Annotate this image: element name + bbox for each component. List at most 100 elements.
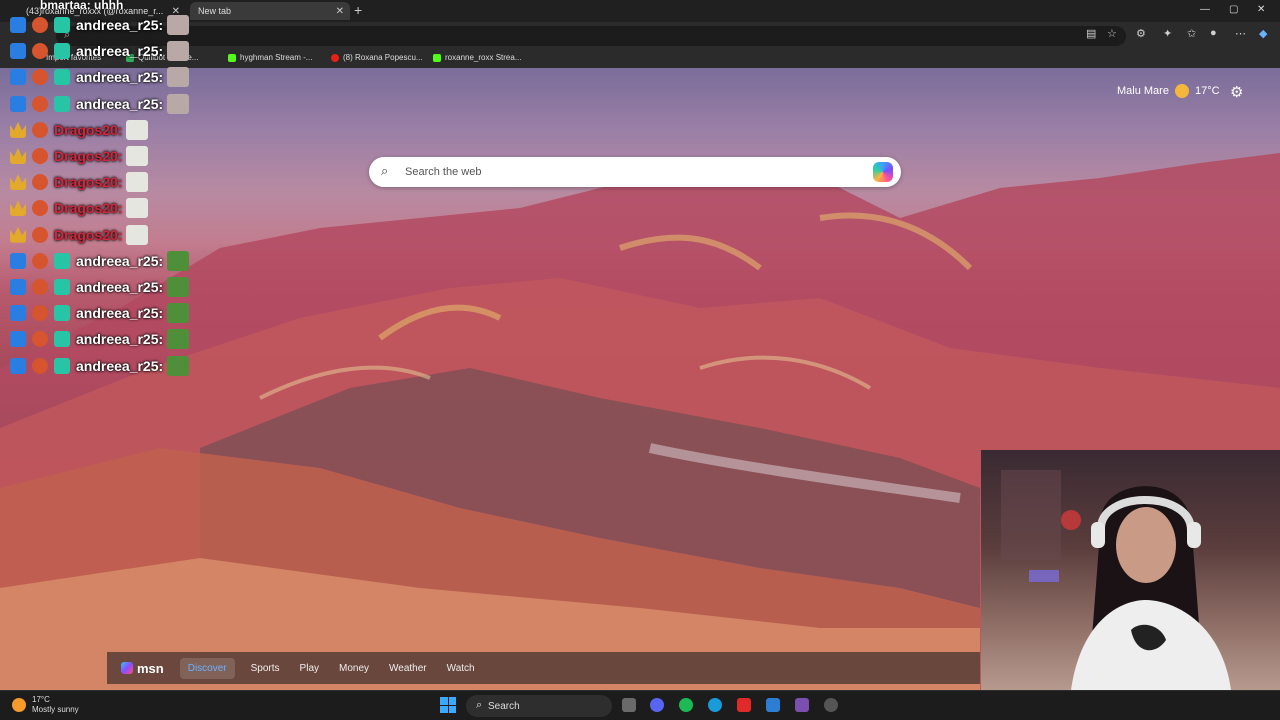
obs-icon[interactable] [824, 698, 838, 712]
copilot-icon[interactable]: ◆ [1259, 27, 1267, 40]
chat-message: Dragos20: [10, 169, 210, 195]
crown-badge-icon [10, 121, 26, 138]
favorites-icon[interactable]: ✩ [1187, 27, 1196, 40]
chat-username: andreea_r25: [76, 305, 164, 322]
more-menu-icon[interactable]: ⋯ [1235, 27, 1246, 40]
msn-logo[interactable]: msn [121, 661, 164, 676]
chat-username: andreea_r25: [76, 252, 164, 269]
chat-username: Dragos20: [54, 226, 123, 243]
tab-discover[interactable]: Discover [179, 657, 235, 679]
extensions-icon[interactable]: ⚙ [1136, 27, 1146, 40]
frog-emote-icon [167, 250, 190, 271]
close-tab-icon[interactable]: ✕ [336, 6, 344, 17]
chat-username: andreea_r25: [76, 357, 164, 374]
chat-username: Dragos20: [54, 121, 123, 138]
chat-message: Dragos20: [10, 143, 210, 169]
tab-play[interactable]: Play [300, 663, 319, 674]
chat-username: Dragos20: [54, 174, 123, 191]
taskbar-weather[interactable]: 17°C Mostly sunny [12, 695, 79, 715]
copilot-icon[interactable] [873, 162, 893, 182]
youtube-icon [331, 53, 339, 62]
chat-message: andreea_r25: [10, 12, 210, 38]
subscriber-badge-icon [54, 278, 70, 295]
tab-sports[interactable]: Sports [251, 663, 280, 674]
subscriber-badge-icon [54, 17, 70, 34]
bookmark-label: roxanne_roxx Strea... [445, 53, 522, 62]
taskbar-search-label: Search [488, 701, 520, 712]
verified-badge-icon [10, 252, 26, 269]
stream-chat-overlay: bmartaa: uhhh andreea_r25: andreea_r25: … [10, 0, 210, 379]
fox-badge-icon [32, 95, 48, 112]
crown-badge-icon [10, 174, 26, 191]
cat-emote-icon [126, 119, 149, 140]
fox-badge-icon [32, 43, 48, 60]
discord-icon[interactable] [650, 698, 664, 712]
emote-icon [167, 15, 190, 36]
app-purple-icon[interactable] [795, 698, 809, 712]
search-icon: ⌕ [381, 163, 389, 178]
profile-avatar-icon[interactable]: ● [1210, 27, 1217, 39]
weather-widget[interactable]: Malu Mare 17°C [1117, 84, 1220, 98]
task-view-icon[interactable] [622, 698, 636, 712]
frog-emote-icon [167, 329, 190, 350]
chat-message: Dragos20: [10, 195, 210, 221]
chat-username: andreea_r25: [76, 43, 164, 60]
close-window-icon[interactable]: ✕ [1257, 4, 1265, 15]
chat-message: andreea_r25: [10, 300, 210, 326]
tab-money[interactable]: Money [339, 663, 369, 674]
chat-message: andreea_r25: [10, 274, 210, 300]
msn-logo-text: msn [137, 660, 164, 676]
emote-icon [167, 41, 190, 62]
fox-badge-icon [32, 226, 48, 243]
bookmark-label: (8) Roxana Popescu... [343, 53, 423, 62]
weather-temperature: 17°C [1194, 85, 1220, 97]
verified-badge-icon [10, 95, 26, 112]
fox-badge-icon [32, 278, 48, 295]
fox-badge-icon [32, 69, 48, 86]
tab-new-tab[interactable]: New tab ✕ [190, 2, 350, 20]
minimize-icon[interactable]: — [1200, 4, 1210, 15]
store-icon[interactable] [766, 698, 780, 712]
cat-emote-icon [126, 146, 149, 167]
msn-nav-bar: msn Discover Sports Play Money Weather W… [107, 652, 980, 684]
bookmark-label: hyghman Stream -... [240, 53, 313, 62]
verified-badge-icon [10, 17, 26, 34]
edge-icon[interactable] [708, 698, 722, 712]
taskbar-search[interactable]: ⌕ Search [466, 695, 612, 717]
windows-start-icon[interactable] [440, 697, 456, 713]
maximize-icon[interactable]: ▢ [1229, 4, 1238, 15]
subscriber-badge-icon [54, 69, 70, 86]
crown-badge-icon [10, 226, 26, 243]
webcam-overlay [981, 450, 1280, 690]
cat-emote-icon [126, 198, 149, 219]
chat-message: andreea_r25: [10, 248, 210, 274]
frog-emote-icon [167, 276, 190, 297]
frog-emote-icon [167, 355, 190, 376]
bookmark-roxana[interactable]: (8) Roxana Popescu... [331, 53, 423, 62]
fox-badge-icon [32, 17, 48, 34]
fox-badge-icon [32, 148, 48, 165]
new-tab-icon[interactable]: + [354, 2, 362, 18]
tab-watch[interactable]: Watch [447, 663, 475, 674]
spotify-icon[interactable] [679, 698, 693, 712]
web-search-box[interactable]: ⌕ Search the web [369, 157, 901, 187]
search-placeholder: Search the web [405, 166, 482, 178]
address-input[interactable]: ⌕ [56, 26, 1126, 46]
chat-header-message: bmartaa: uhhh [40, 0, 124, 12]
tab-weather[interactable]: Weather [389, 663, 427, 674]
chat-username: andreea_r25: [76, 95, 164, 112]
extension-icon[interactable]: ✦ [1163, 27, 1172, 40]
bookmark-hyghman[interactable]: hyghman Stream -... [228, 53, 312, 62]
app-red-icon[interactable] [737, 698, 751, 712]
chat-username: andreea_r25: [76, 69, 164, 86]
msn-butterfly-icon [121, 662, 133, 674]
chat-message: andreea_r25: [10, 91, 210, 117]
fox-badge-icon [32, 357, 48, 374]
chat-message: andreea_r25: [10, 326, 210, 352]
sun-icon [12, 698, 26, 712]
reader-icon[interactable]: ▤ [1086, 27, 1096, 40]
favorite-star-icon[interactable]: ☆ [1107, 27, 1117, 40]
bookmark-roxanne-stream[interactable]: roxanne_roxx Strea... [433, 53, 521, 62]
windows-taskbar: 17°C Mostly sunny ⌕ Search [0, 690, 1280, 720]
settings-gear-icon[interactable]: ⚙ [1230, 83, 1243, 101]
